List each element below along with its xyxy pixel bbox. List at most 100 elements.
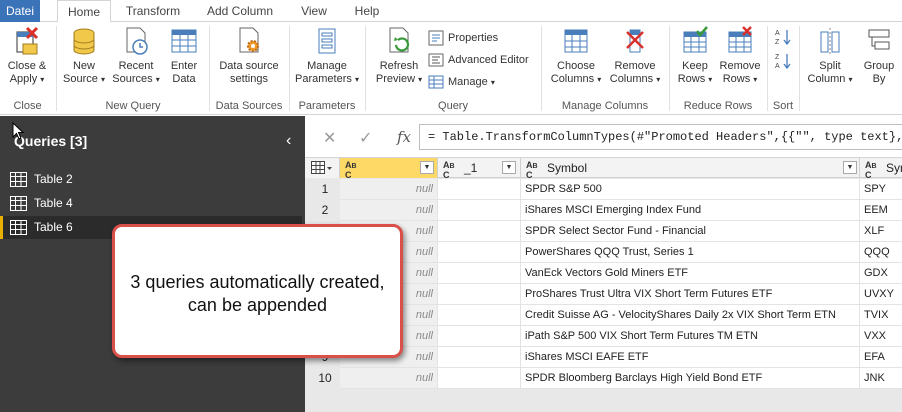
table-cell[interactable] — [438, 221, 521, 242]
table-cell[interactable]: iShares MSCI Emerging Index Fund — [521, 200, 860, 221]
database-icon — [73, 28, 95, 55]
row-number: 10 — [318, 371, 332, 385]
reduce-rows-group-label: Reduce Rows — [683, 100, 753, 112]
table-cell[interactable]: null — [340, 179, 438, 200]
cancel-formula-icon[interactable]: ✕ — [323, 128, 336, 148]
group-by-label: Group — [863, 60, 895, 72]
manage-parameters-button[interactable]: Manage Parameters ▾ — [293, 26, 361, 86]
table-cell[interactable]: VXX — [860, 326, 902, 347]
refresh-icon — [389, 27, 410, 53]
close-apply-label: Close & — [7, 60, 47, 72]
text-type-icon: AB C — [526, 160, 538, 180]
table-cell[interactable] — [438, 347, 521, 368]
table-cell[interactable]: EEM — [860, 200, 902, 221]
manage-query-button[interactable]: Manage ▾ — [428, 72, 508, 92]
tab-view[interactable]: View — [292, 0, 336, 22]
column-filter-dropdown[interactable]: ▼ — [843, 161, 857, 174]
table-cell[interactable]: Credit Suisse AG - VelocityShares Daily … — [521, 305, 860, 326]
advanced-editor-button[interactable]: Advanced Editor — [428, 50, 538, 70]
ribbon-separator — [365, 26, 366, 111]
column-filter-dropdown[interactable]: ▼ — [420, 161, 434, 174]
choose-columns-button[interactable]: Choose Columns ▾ — [547, 26, 605, 86]
table-cell[interactable] — [438, 284, 521, 305]
table-cell[interactable]: null — [340, 200, 438, 221]
group-by-icon — [868, 29, 890, 50]
confirm-formula-icon[interactable]: ✓ — [359, 128, 372, 148]
manage-columns-group-label: Manage Columns — [561, 100, 649, 112]
table-cell[interactable]: ProShares Trust Ultra VIX Short Term Fut… — [521, 284, 860, 305]
table-cell[interactable]: SPDR Bloomberg Barclays High Yield Bond … — [521, 368, 860, 389]
data-source-settings-button[interactable]: Data source settings — [215, 26, 283, 86]
enter-data-button[interactable]: Enter Data — [164, 26, 204, 86]
table-cell[interactable]: null — [340, 368, 438, 389]
split-column-label-2: Column ▾ — [807, 73, 853, 85]
svg-text:A: A — [775, 30, 780, 37]
table-grid-icon — [171, 29, 197, 53]
function-icon[interactable]: fx — [397, 128, 411, 146]
group-by-button[interactable]: Group By — [859, 26, 899, 86]
tab-help[interactable]: Help — [346, 0, 388, 22]
table-cell[interactable]: JNK — [860, 368, 902, 389]
tab-add-column[interactable]: Add Column — [198, 0, 282, 22]
table-cell[interactable] — [438, 305, 521, 326]
remove-columns-button[interactable]: Remove Columns ▾ — [605, 26, 665, 86]
manage-icon — [428, 75, 444, 89]
tab-transform[interactable]: Transform — [118, 0, 188, 22]
callout-line-2: can be appended — [187, 295, 328, 315]
column-header[interactable]: AB C _1 ▼ — [438, 158, 521, 180]
choose-columns-label: Choose — [557, 60, 595, 72]
text-type-icon: AB C — [345, 160, 357, 180]
remove-rows-button[interactable]: Remove Rows ▾ — [717, 26, 763, 86]
table-menu-icon — [311, 161, 332, 174]
table-cell[interactable] — [438, 200, 521, 221]
table-cell[interactable]: SPY — [860, 179, 902, 200]
table-cell[interactable]: QQQ — [860, 242, 902, 263]
table-cell[interactable]: XLF — [860, 221, 902, 242]
recent-sources-icon — [126, 27, 148, 55]
choose-columns-label-2: Columns ▾ — [550, 73, 602, 85]
remove-rows-icon — [728, 26, 752, 53]
sort-descending-button[interactable]: Z A — [775, 50, 793, 70]
table-cell[interactable] — [438, 263, 521, 284]
table-cell[interactable] — [438, 242, 521, 263]
close-apply-button[interactable]: Close & Apply ▾ — [4, 26, 50, 86]
sort-ascending-button[interactable]: A Z — [775, 26, 793, 46]
table-cell[interactable] — [438, 326, 521, 347]
callout-line-1: 3 queries automatically created, — [130, 272, 385, 292]
table-cell[interactable]: iShares MSCI EAFE ETF — [521, 347, 860, 368]
keep-rows-label: Keep — [682, 60, 708, 72]
properties-button[interactable]: Properties — [428, 28, 536, 48]
manage-parameters-label-2: Parameters ▾ — [295, 73, 359, 85]
column-filter-dropdown[interactable]: ▼ — [502, 161, 516, 174]
tab-file[interactable]: Datei — [0, 0, 40, 22]
data-source-settings-label-2: settings — [230, 73, 268, 85]
new-source-button[interactable]: New Source ▾ — [60, 26, 108, 86]
table-cell[interactable]: GDX — [860, 263, 902, 284]
split-column-button[interactable]: Split Column ▾ — [803, 26, 857, 86]
formula-input[interactable]: = Table.TransformColumnTypes(#"Promoted … — [419, 124, 902, 150]
split-column-label: Split — [819, 60, 841, 72]
column-header[interactable]: ABC Sym — [860, 158, 902, 180]
refresh-preview-button[interactable]: Refresh Preview ▾ — [371, 26, 427, 86]
collapse-pane-icon[interactable]: ‹ — [286, 132, 291, 150]
recent-sources-button[interactable]: Recent Sources ▾ — [110, 26, 162, 86]
table-cell[interactable]: PowerShares QQQ Trust, Series 1 — [521, 242, 860, 263]
column-header[interactable]: AB C ▼ — [340, 158, 438, 180]
table-cell[interactable]: TVIX — [860, 305, 902, 326]
group-by-label-2: By — [872, 73, 886, 85]
query-item[interactable]: Table 2 — [0, 168, 305, 191]
table-cell[interactable]: EFA — [860, 347, 902, 368]
table-cell[interactable]: iPath S&P 500 VIX Short Term Futures TM … — [521, 326, 860, 347]
table-menu-button[interactable] — [305, 158, 340, 178]
table-cell[interactable]: VanEck Vectors Gold Miners ETF — [521, 263, 860, 284]
query-item[interactable]: Table 4 — [0, 192, 305, 215]
keep-rows-button[interactable]: Keep Rows ▾ — [673, 26, 717, 86]
table-cell[interactable] — [438, 368, 521, 389]
tab-home[interactable]: Home — [57, 0, 111, 23]
table-cell[interactable]: SPDR Select Sector Fund - Financial — [521, 221, 860, 242]
table-cell[interactable]: SPDR S&P 500 — [521, 179, 860, 200]
table-cell[interactable] — [438, 179, 521, 200]
table-cell[interactable]: UVXY — [860, 284, 902, 305]
column-header[interactable]: AB C Symbol ▼ — [521, 158, 860, 180]
sort-descending-icon: Z A — [775, 54, 791, 70]
